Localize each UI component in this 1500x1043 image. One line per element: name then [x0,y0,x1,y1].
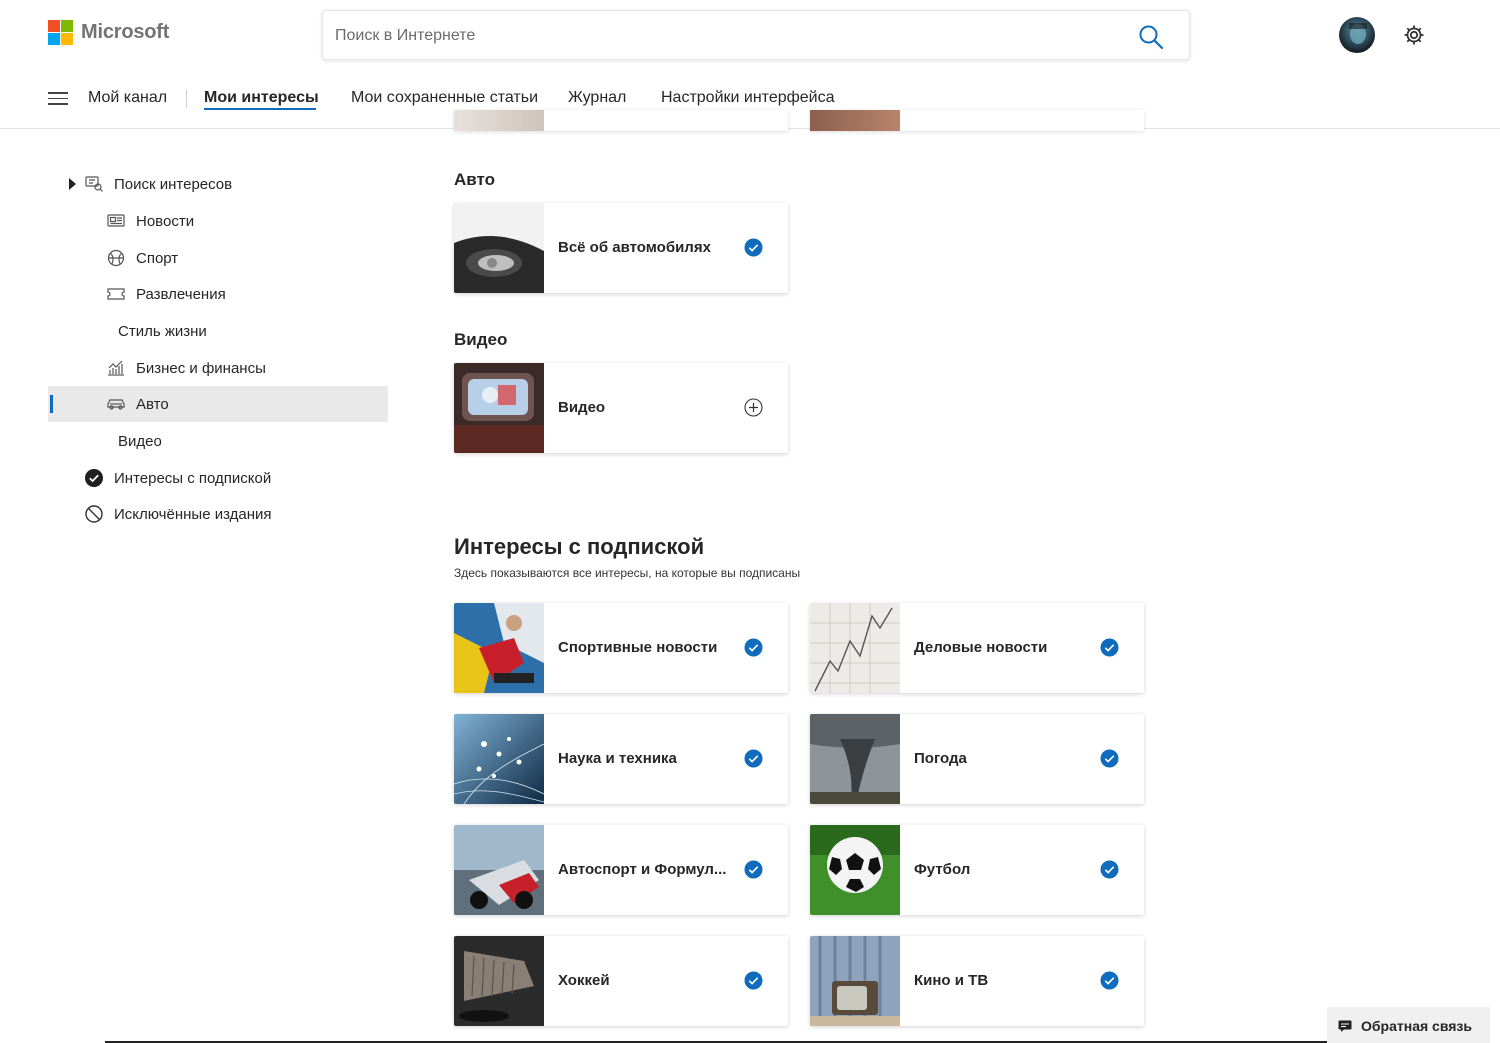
card-thumbnail [454,936,544,1026]
tab-history[interactable]: Журнал [568,89,626,107]
nav-divider [186,90,187,108]
interest-card[interactable]: Хоккей [454,936,788,1026]
search-icon[interactable] [1137,23,1165,51]
sidebar-item-video[interactable]: Видео [48,423,388,459]
hamburger-menu-icon[interactable] [48,92,68,106]
card-thumbnail [454,203,544,293]
sidebar-item-news[interactable]: Новости [48,203,388,239]
interest-card[interactable]: Деловые новости [810,603,1144,693]
interest-card[interactable]: Футбол [810,825,1144,915]
card-title: Автоспорт и Формул... [558,861,727,878]
card-title: Всё об автомобилях [558,239,711,256]
interest-card[interactable]: Автоспорт и Формул... [454,825,788,915]
sidebar-item-discover[interactable]: Поиск интересов [48,166,388,202]
search-input[interactable] [335,23,1115,49]
previous-card[interactable] [454,110,788,131]
discover-icon [84,174,104,194]
interest-card[interactable]: Погода [810,714,1144,804]
sidebar-item-auto[interactable]: Авто [48,386,388,422]
interest-card[interactable]: Видео [454,363,788,453]
card-title: Погода [914,750,967,767]
card-title: Хоккей [558,972,610,989]
interest-card[interactable]: Всё об автомобилях [454,203,788,293]
sidebar-item-subscribed[interactable]: Интересы с подпиской [48,460,388,496]
interest-card[interactable]: Спортивные новости [454,603,788,693]
check-circle-icon [84,468,104,488]
top-header: Microsoft [0,0,1500,70]
microsoft-logo-icon [48,20,73,45]
expand-arrow-icon[interactable] [62,174,82,194]
followed-check-icon[interactable] [1100,638,1119,657]
sidebar-item-blocked[interactable]: Исключённые издания [48,496,388,532]
search-box [322,10,1190,60]
entertainment-icon [106,284,126,304]
follow-plus-icon[interactable] [744,398,763,417]
tab-settings[interactable]: Настройки интерфейса [661,89,835,107]
card-title: Деловые новости [914,639,1048,656]
avatar[interactable] [1339,17,1375,53]
sidebar-item-label: Спорт [136,249,179,267]
microsoft-logo[interactable]: Microsoft [48,20,169,45]
followed-check-icon[interactable] [1100,971,1119,990]
sidebar-item-sports[interactable]: Спорт [48,240,388,276]
active-tab-underline [204,108,316,110]
card-thumbnail [454,714,544,804]
blocked-icon [84,504,104,524]
previous-card[interactable] [810,110,1144,131]
car-icon [106,394,126,414]
sidebar-item-label: Авто [136,395,169,413]
card-thumbnail [810,714,900,804]
section-title-video: Видео [454,330,508,349]
sidebar-item-entertainment[interactable]: Развлечения [48,276,388,312]
interest-card[interactable]: Кино и ТВ [810,936,1144,1026]
sidebar-item-label: Стиль жизни [118,322,207,340]
followed-check-icon[interactable] [744,971,763,990]
card-thumbnail [810,825,900,915]
finance-icon [106,358,126,378]
card-thumbnail [454,825,544,915]
card-title: Наука и техника [558,750,677,767]
logo-text: Microsoft [81,21,170,43]
sidebar-item-finance[interactable]: Бизнес и финансы [48,350,388,386]
sidebar-item-label: Поиск интересов [114,175,233,193]
section-subtitle: Здесь показываются все интересы, на кото… [454,566,801,580]
sidebar-item-label: Интересы с подпиской [114,469,272,487]
section-title-auto: Авто [454,170,495,189]
followed-check-icon[interactable] [744,638,763,657]
card-title: Видео [558,399,606,416]
selected-indicator [50,395,53,413]
section-title-subscribed: Интересы с подпиской [454,534,705,559]
followed-check-icon[interactable] [744,238,763,257]
interest-card[interactable]: Наука и техника [454,714,788,804]
card-thumbnail [454,603,544,693]
card-title: Футбол [914,861,971,878]
followed-check-icon[interactable] [744,860,763,879]
sidebar-item-label: Новости [136,212,195,230]
followed-check-icon[interactable] [1100,749,1119,768]
tab-my-feed[interactable]: Мой канал [88,89,167,107]
card-thumbnail [810,936,900,1026]
sidebar-item-label: Видео [118,432,162,450]
card-title: Спортивные новости [558,639,718,656]
card-title: Кино и ТВ [914,972,989,989]
followed-check-icon[interactable] [744,749,763,768]
sports-icon [106,248,126,268]
card-thumbnail [454,363,544,453]
feedback-icon [1338,1019,1352,1037]
sidebar-item-label: Исключённые издания [114,505,272,523]
feedback-button[interactable]: Обратная связь [1327,1007,1490,1043]
feedback-label: Обратная связь [1361,1018,1472,1034]
card-thumbnail [810,603,900,693]
sidebar-item-label: Развлечения [136,285,226,303]
sidebar-item-label: Бизнес и финансы [136,359,266,377]
news-icon [106,211,126,231]
sidebar-item-lifestyle[interactable]: Стиль жизни [48,313,388,349]
tab-my-interests[interactable]: Мои интересы [204,89,319,107]
followed-check-icon[interactable] [1100,860,1119,879]
tab-saved-articles[interactable]: Мои сохраненные статьи [351,89,538,107]
gear-icon[interactable] [1402,23,1426,47]
